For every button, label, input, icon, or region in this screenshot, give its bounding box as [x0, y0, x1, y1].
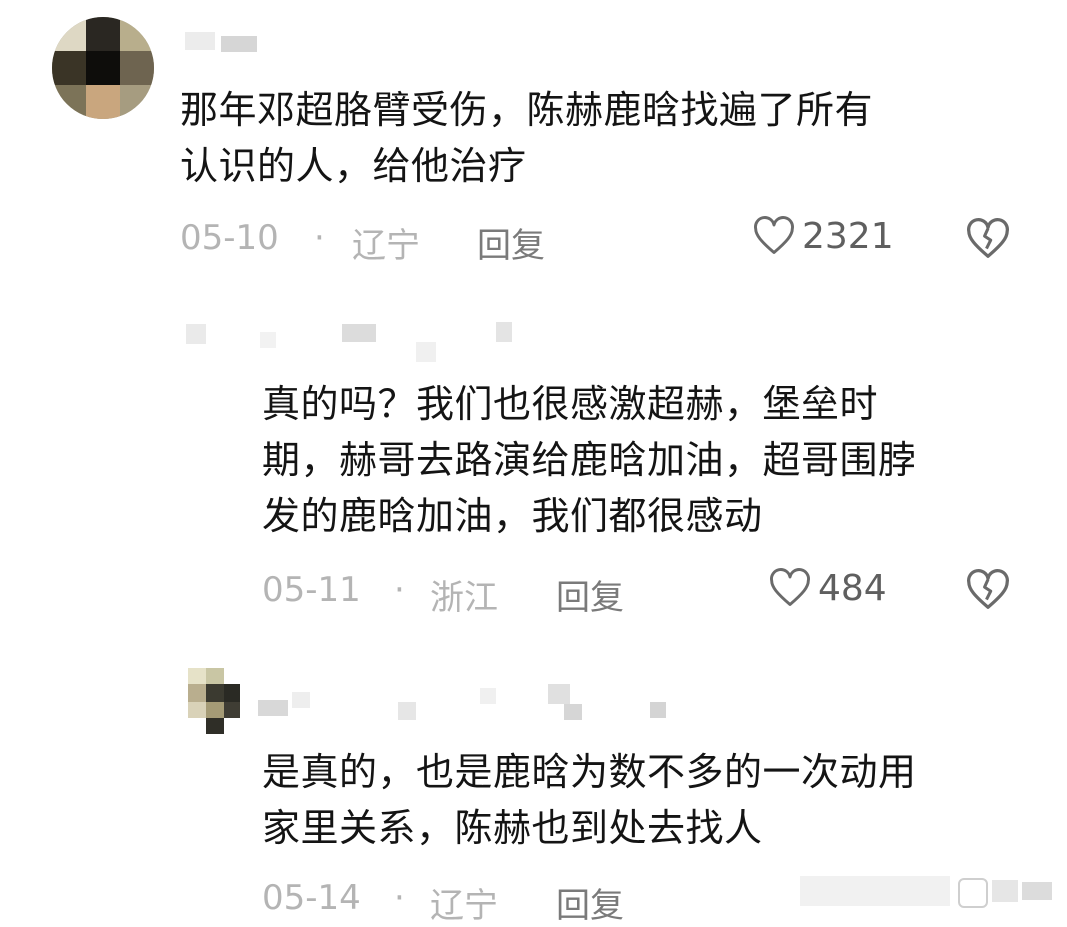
comment-text: 是真的，也是鹿晗为数不多的一次动用 家里关系，陈赫也到处去找人: [262, 750, 917, 850]
dislike-button[interactable]: [965, 567, 1011, 617]
username-blurred[interactable]: [185, 28, 265, 56]
broken-heart-icon: [967, 569, 1009, 609]
watermark: [800, 868, 1062, 914]
like-button[interactable]: 484: [768, 566, 887, 610]
reply-button[interactable]: 回复: [477, 218, 545, 267]
meta-separator: ·: [394, 570, 405, 610]
avatar[interactable]: [188, 668, 240, 734]
comment-region: 辽宁: [430, 886, 498, 926]
reply-button[interactable]: 回复: [556, 570, 624, 619]
broken-heart-icon: [967, 218, 1009, 258]
comment-date: 05-10: [180, 218, 279, 258]
heart-outline-icon: [754, 216, 794, 254]
comment-region: 浙江: [430, 578, 498, 618]
like-count: 484: [818, 567, 887, 609]
username-blurred[interactable]: [186, 316, 516, 364]
reply-button[interactable]: 回复: [556, 878, 624, 927]
meta-separator: ·: [314, 218, 325, 258]
meta-separator: ·: [394, 878, 405, 918]
avatar[interactable]: [52, 17, 154, 119]
comment-text: 那年邓超胳臂受伤，陈赫鹿晗找遍了所有 认识的人，给他治疗: [180, 88, 874, 188]
username-blurred[interactable]: [258, 680, 668, 724]
comment-date: 05-11: [262, 570, 361, 610]
like-count: 2321: [802, 215, 894, 257]
dislike-button[interactable]: [965, 216, 1011, 266]
like-button[interactable]: 2321: [752, 214, 894, 258]
comment-region: 辽宁: [352, 226, 420, 266]
comment-text: 真的吗？我们也很感激超赫，堡垒时 期，赫哥去路演给鹿晗加油，超哥围脖 发的鹿晗加…: [262, 382, 917, 538]
heart-outline-icon: [770, 568, 810, 606]
comment-date: 05-14: [262, 878, 361, 918]
